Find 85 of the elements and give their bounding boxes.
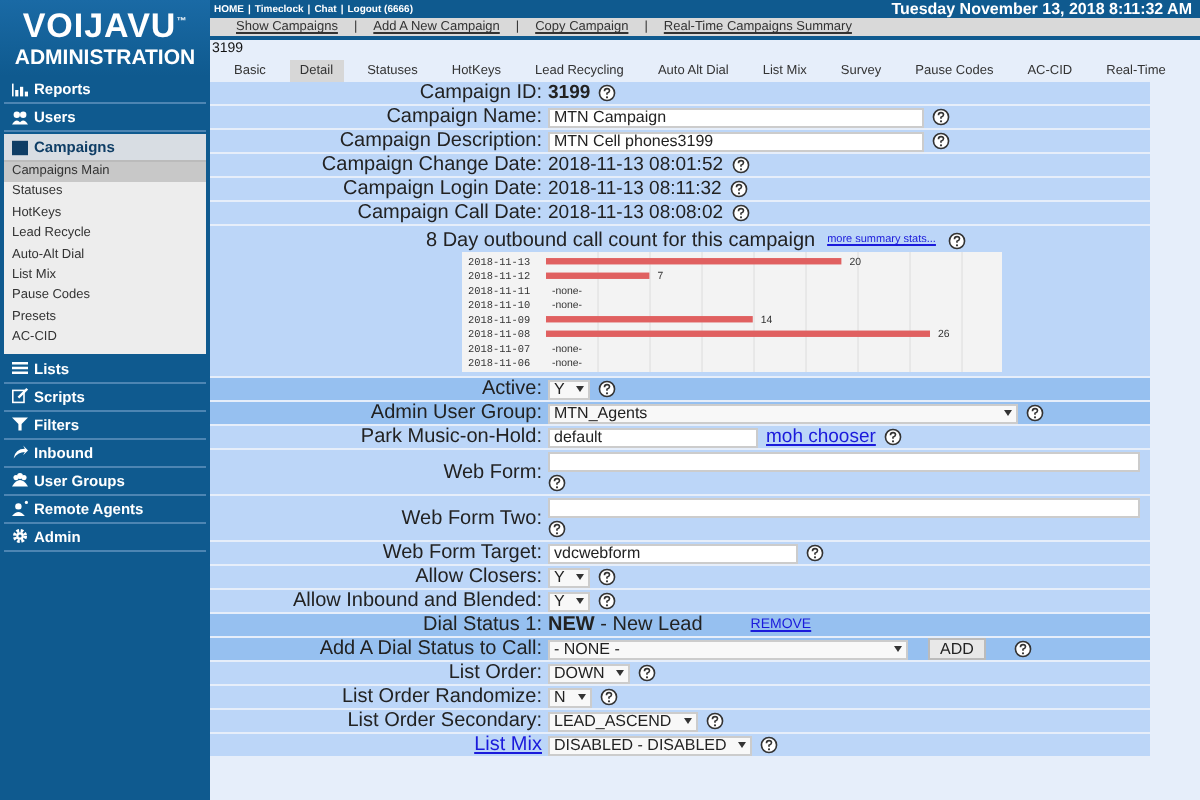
dropdown[interactable]: - NONE - (548, 639, 908, 659)
moh-link[interactable]: moh chooser (766, 426, 876, 448)
dropdown[interactable]: LEAD_ASCEND (548, 711, 698, 731)
funnel-icon (12, 416, 28, 433)
field-value: 2018-11-13 08:08:02 (548, 202, 724, 224)
text-field[interactable]: MTN Cell phones3199 (548, 131, 924, 151)
field-label: Web Form Two: (399, 507, 544, 529)
people-icon (12, 109, 28, 125)
field-label: Active: (479, 378, 544, 400)
help-icon[interactable] (598, 568, 617, 586)
field-label: Add A Dial Status to Call: (317, 638, 544, 660)
help-icon[interactable] (806, 544, 824, 562)
dropdown[interactable]: N (548, 687, 592, 707)
field-label: Allow Inbound and Blended: (290, 590, 544, 612)
caret-icon (894, 646, 902, 652)
help-icon[interactable] (947, 231, 966, 249)
bar (546, 272, 650, 279)
help-icon[interactable] (932, 108, 950, 126)
status-value: NEW - New Lead (548, 614, 703, 636)
gear-icon (12, 528, 28, 545)
dropdown[interactable]: Y (548, 591, 591, 611)
logo-text: VOIJAVU$^{™}$ (22, 5, 188, 46)
text-field[interactable] (548, 498, 1140, 518)
dropdown[interactable]: Y (548, 567, 591, 587)
help-icon[interactable] (1013, 640, 1032, 658)
field-label: Campaign ID: (417, 82, 544, 104)
dropdown[interactable]: DOWN (548, 663, 631, 683)
caret-icon (577, 694, 586, 700)
label-link[interactable]: List Mix (210, 734, 548, 756)
caret-icon (576, 598, 585, 604)
help-icon[interactable] (638, 664, 657, 682)
help-icon[interactable] (729, 180, 748, 198)
caret-icon (616, 670, 625, 676)
field-label: Park Music-on-Hold: (358, 426, 544, 448)
field-value: 3199 (548, 82, 591, 104)
person-icon (12, 500, 28, 517)
group-icon (12, 472, 28, 489)
help-icon[interactable] (548, 520, 566, 538)
field-label: Campaign Description: (337, 130, 544, 152)
help-icon[interactable] (548, 474, 566, 492)
date-time: Tuesday November 13, 2018 8:11:32 AM (891, 0, 1192, 18)
field-label: Allow Closers: (413, 566, 544, 588)
field-label: Campaign Login Date: (340, 178, 544, 200)
help-icon[interactable] (1026, 404, 1044, 422)
field-value: 2018-11-13 08:11:32 (548, 178, 722, 200)
field-label: List Order Secondary: (345, 710, 544, 732)
help-icon[interactable] (731, 204, 750, 222)
add-button[interactable]: ADD (928, 638, 986, 660)
text-field[interactable] (548, 452, 1140, 472)
field-label: Dial Status 1: (421, 614, 544, 636)
dropdown[interactable]: DISABLED - DISABLED (548, 735, 753, 755)
help-icon[interactable] (883, 428, 902, 446)
text-field[interactable]: default (548, 427, 758, 447)
field-label: Web Form: (441, 461, 544, 483)
caret-icon (1004, 410, 1012, 416)
list-icon (12, 360, 28, 377)
caret-icon (683, 718, 692, 724)
help-icon[interactable] (598, 84, 617, 102)
field-label: Campaign Call Date: (355, 202, 544, 224)
field-label: List Order: (446, 662, 544, 684)
dropdown[interactable]: MTN_Agents (548, 403, 1018, 423)
field-label: Campaign Change Date: (319, 154, 544, 176)
bar-chart-icon (12, 81, 28, 97)
caret-icon (738, 742, 747, 748)
help-icon[interactable] (760, 736, 779, 754)
field-label: Campaign Name: (384, 106, 544, 128)
field-value: 2018-11-13 08:01:52 (548, 154, 724, 176)
field-label: Web Form Target: (380, 542, 544, 564)
help-icon[interactable] (731, 156, 750, 174)
help-icon[interactable] (598, 592, 617, 610)
field-label: Admin User Group: (368, 402, 544, 424)
help-icon[interactable] (932, 132, 950, 150)
caret-icon (576, 386, 585, 392)
chart-title: 8 Day outbound call count for this campaign (426, 229, 816, 251)
arrow-icon (12, 444, 28, 461)
caret-icon (576, 574, 585, 580)
help-icon[interactable] (705, 712, 724, 730)
field-label: List Order Randomize: (339, 686, 544, 708)
app-subtitle: ADMINISTRATION (14, 45, 196, 70)
help-icon[interactable] (599, 688, 618, 706)
dropdown[interactable]: Y (548, 379, 591, 399)
text-field[interactable]: vdcwebform (548, 543, 798, 563)
help-icon[interactable] (598, 380, 617, 398)
pencil-note-icon (12, 388, 28, 405)
text-field[interactable]: MTN Campaign (548, 107, 924, 127)
